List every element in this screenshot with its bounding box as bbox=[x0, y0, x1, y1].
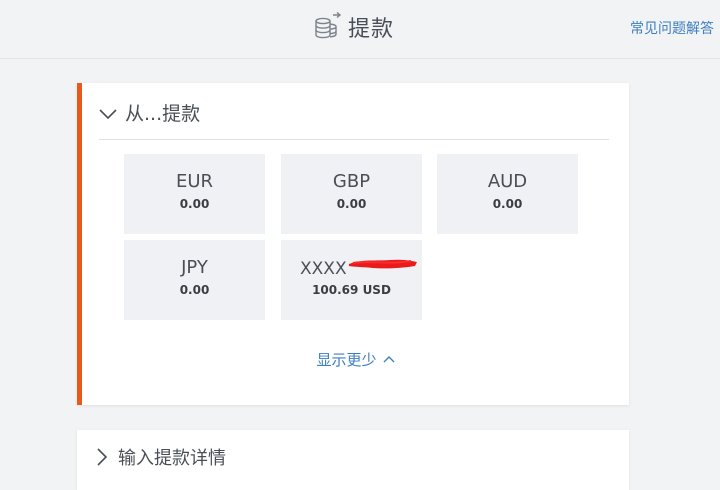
withdraw-details-toggle[interactable]: 输入提款详情 bbox=[96, 444, 226, 470]
tile-account-name: XXXX bbox=[300, 259, 347, 279]
coins-icon bbox=[312, 11, 342, 42]
tile-currency: AUD bbox=[487, 171, 528, 192]
tile-amount: 100.69 USD bbox=[312, 283, 391, 297]
faq-link[interactable]: 常见问题解答 bbox=[630, 18, 714, 38]
account-tile-eur[interactable]: EUR 0.00 bbox=[124, 154, 265, 234]
divider bbox=[99, 139, 609, 140]
chevron-down-icon bbox=[99, 106, 117, 120]
page-title: 提款 bbox=[348, 17, 395, 42]
tile-currency: EUR bbox=[175, 171, 214, 192]
tile-amount: 0.00 bbox=[336, 197, 367, 211]
withdraw-from-toggle[interactable]: 从...提款 bbox=[99, 99, 200, 126]
tile-currency: JPY bbox=[181, 257, 208, 278]
show-less-link[interactable]: 显示更少 bbox=[82, 349, 629, 370]
account-tile-usd[interactable]: XXXX 100.69 USD bbox=[281, 240, 422, 320]
withdraw-details-card: 输入提款详情 bbox=[77, 430, 629, 490]
chevron-right-icon bbox=[96, 448, 108, 466]
chevron-up-icon bbox=[383, 349, 395, 363]
tile-amount: 0.00 bbox=[492, 197, 523, 211]
header-title-group: 提款 bbox=[312, 10, 394, 44]
withdraw-from-card: 从...提款 EUR 0.00 GBP 0.00 AUD 0.00 JPY 0.… bbox=[77, 83, 629, 405]
account-tile-aud[interactable]: AUD 0.00 bbox=[437, 154, 578, 234]
withdraw-details-title: 输入提款详情 bbox=[118, 448, 226, 469]
redaction-scribble bbox=[349, 259, 417, 269]
tile-currency: GBP bbox=[332, 171, 371, 192]
page-header: 提款 常见问题解答 bbox=[0, 0, 720, 59]
account-tile-jpy[interactable]: JPY 0.00 bbox=[124, 240, 265, 320]
tile-amount: 0.00 bbox=[179, 197, 210, 211]
withdraw-from-title: 从...提款 bbox=[125, 103, 201, 125]
tile-amount: 0.00 bbox=[179, 283, 210, 297]
account-tile-gbp[interactable]: GBP 0.00 bbox=[281, 154, 422, 234]
show-less-label: 显示更少 bbox=[316, 351, 377, 369]
